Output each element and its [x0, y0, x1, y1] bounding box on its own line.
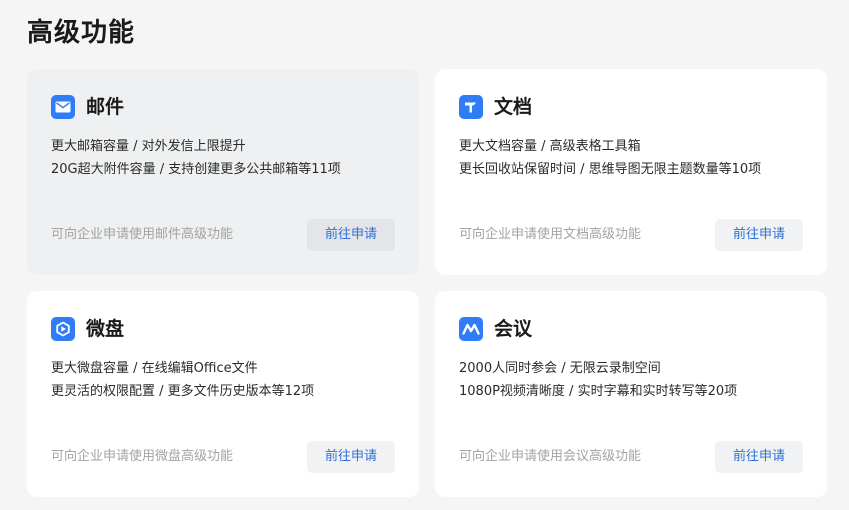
card-title: 会议: [494, 318, 533, 340]
card-note: 可向企业申请使用文档高级功能: [459, 227, 642, 242]
apply-button-drive[interactable]: 前往申请: [307, 441, 395, 473]
feature-line: 2000人同时参会 / 无限云录制空间: [459, 361, 661, 376]
feature-line: 更大文档容量 / 高级表格工具箱: [459, 139, 641, 154]
card-header: 会议: [459, 317, 532, 341]
card-mail: 邮件 更大邮箱容量 / 对外发信上限提升 20G超大附件容量 / 支持创建更多公…: [27, 69, 419, 275]
card-note: 可向企业申请使用邮件高级功能: [51, 227, 234, 242]
card-docs: 文档 更大文档容量 / 高级表格工具箱 更长回收站保留时间 / 思维导图无限主题…: [435, 69, 827, 275]
document-icon: [459, 95, 483, 119]
card-note: 可向企业申请使用会议高级功能: [459, 449, 642, 464]
feature-line: 1080P视频清晰度 / 实时字幕和实时转写等20项: [459, 384, 738, 399]
card-description: 2000人同时参会 / 无限云录制空间 1080P视频清晰度 / 实时字幕和实时…: [459, 357, 737, 403]
page-title: 高级功能: [27, 18, 136, 48]
card-header: 文档: [459, 95, 532, 119]
card-title: 微盘: [86, 318, 125, 340]
apply-button-mail[interactable]: 前往申请: [307, 219, 395, 251]
card-description: 更大文档容量 / 高级表格工具箱 更长回收站保留时间 / 思维导图无限主题数量等…: [459, 135, 761, 181]
card-meeting: 会议 2000人同时参会 / 无限云录制空间 1080P视频清晰度 / 实时字幕…: [435, 291, 827, 497]
card-header: 邮件: [51, 95, 124, 119]
mail-icon: [51, 95, 75, 119]
feature-line: 更灵活的权限配置 / 更多文件历史版本等12项: [51, 384, 315, 399]
card-title: 文档: [494, 96, 533, 118]
feature-line: 20G超大附件容量 / 支持创建更多公共邮箱等11项: [51, 162, 341, 177]
advanced-features-page: 高级功能 邮件 更大邮箱容量 / 对外发信上限提升 20G超大附件容量 / 支持…: [0, 0, 849, 510]
apply-button-meeting[interactable]: 前往申请: [715, 441, 803, 473]
card-title: 邮件: [86, 96, 125, 118]
feature-line: 更大邮箱容量 / 对外发信上限提升: [51, 139, 246, 154]
card-description: 更大微盘容量 / 在线编辑Office文件 更灵活的权限配置 / 更多文件历史版…: [51, 357, 314, 403]
meeting-icon: [459, 317, 483, 341]
feature-line: 更长回收站保留时间 / 思维导图无限主题数量等10项: [459, 162, 762, 177]
card-description: 更大邮箱容量 / 对外发信上限提升 20G超大附件容量 / 支持创建更多公共邮箱…: [51, 135, 341, 181]
card-drive: 微盘 更大微盘容量 / 在线编辑Office文件 更灵活的权限配置 / 更多文件…: [27, 291, 419, 497]
feature-line: 更大微盘容量 / 在线编辑Office文件: [51, 361, 258, 376]
card-header: 微盘: [51, 317, 124, 341]
apply-button-docs[interactable]: 前往申请: [715, 219, 803, 251]
card-note: 可向企业申请使用微盘高级功能: [51, 449, 234, 464]
drive-icon: [51, 317, 75, 341]
